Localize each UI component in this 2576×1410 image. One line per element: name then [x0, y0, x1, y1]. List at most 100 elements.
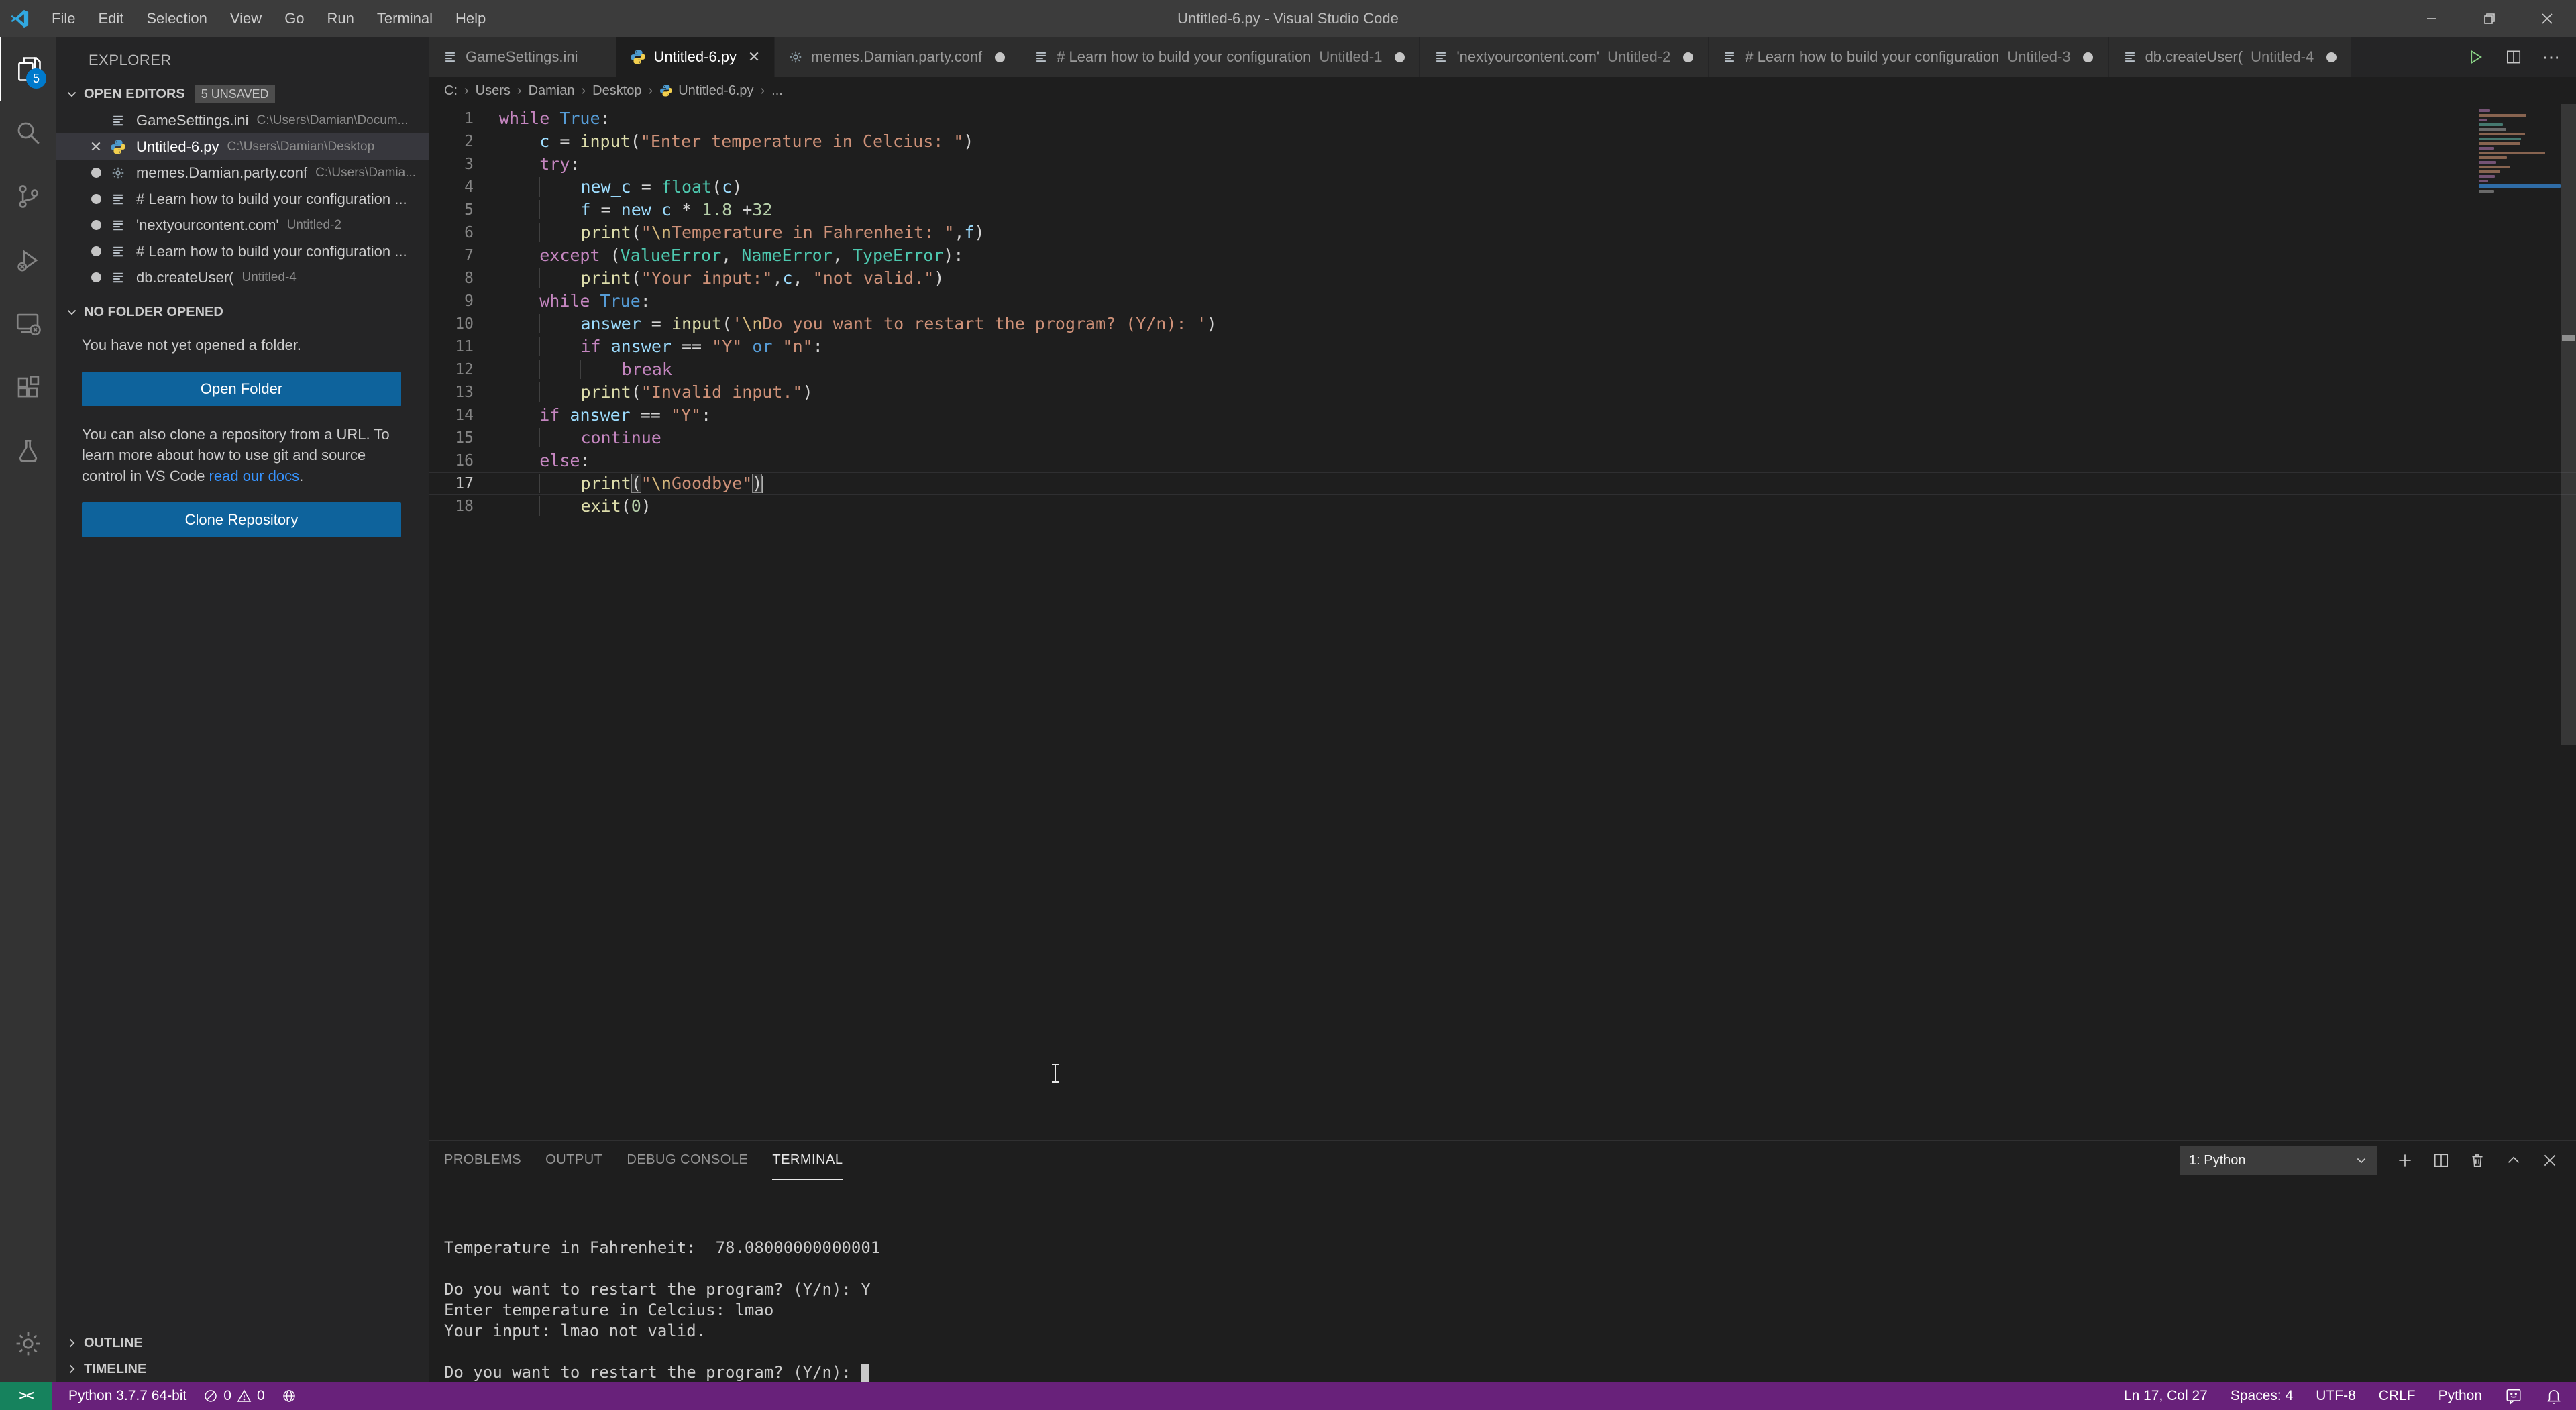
activity-source-control-button[interactable] [0, 164, 56, 228]
editor-tab[interactable]: # Learn how to build your configurationU… [1020, 37, 1419, 77]
menu-terminal[interactable]: Terminal [366, 0, 444, 37]
panel-tab-problems[interactable]: PROBLEMS [444, 1141, 521, 1180]
editor-tab[interactable]: memes.Damian.party.conf [775, 37, 1020, 77]
close-icon[interactable]: ✕ [84, 138, 108, 156]
breadcrumb-file[interactable]: Untitled-6.py [678, 83, 753, 99]
panel-tab-terminal[interactable]: TERMINAL [772, 1141, 843, 1180]
menu-selection[interactable]: Selection [135, 0, 219, 37]
breadcrumb[interactable]: C:›Users›Damian›Desktop›Untitled-6.py›..… [429, 77, 2576, 104]
menu-view[interactable]: View [219, 0, 273, 37]
indentation-status[interactable]: Spaces: 4 [2231, 1388, 2293, 1404]
panel-tab-debug-console[interactable]: DEBUG CONSOLE [627, 1141, 748, 1180]
open-editor-item[interactable]: db.createUser(Untitled-4 [56, 264, 429, 290]
live-share-status[interactable] [281, 1388, 297, 1404]
editor-scrollbar[interactable] [2561, 104, 2576, 1140]
editor-tab[interactable]: db.createUser(Untitled-4 [2109, 37, 2352, 77]
indent-guide [539, 428, 580, 447]
modified-dot-icon [91, 220, 101, 230]
restore-button[interactable] [2461, 0, 2518, 37]
modified-dot[interactable] [84, 246, 108, 256]
open-editors-header[interactable]: OPEN EDITORS 5 UNSAVED [56, 80, 429, 107]
modified-dot[interactable] [84, 194, 108, 204]
maximize-panel-button[interactable] [2505, 1152, 2522, 1169]
kill-terminal-button[interactable] [2469, 1152, 2486, 1169]
open-editor-item[interactable]: ✕Untitled-6.pyC:\Users\Damian\Desktop [56, 133, 429, 160]
file-file-icon [108, 191, 128, 207]
close-window-button[interactable] [2518, 0, 2576, 37]
menu-edit[interactable]: Edit [87, 0, 135, 37]
cursor-position-status[interactable]: Ln 17, Col 27 [2124, 1388, 2208, 1404]
problems-status[interactable]: 0 0 [203, 1388, 264, 1404]
open-editor-item[interactable]: # Learn how to build your configuration … [56, 238, 429, 264]
editor-tab[interactable]: Untitled-6.py✕ [616, 37, 775, 77]
editor-tab[interactable]: 'nextyourcontent.com'Untitled-2 [1420, 37, 1708, 77]
activity-extensions-button[interactable] [0, 356, 56, 419]
language-mode-status[interactable]: Python [2438, 1388, 2482, 1404]
editor-tab[interactable]: GameSettings.ini [429, 37, 616, 77]
new-terminal-button[interactable] [2396, 1152, 2414, 1169]
python-interpreter-status[interactable]: Python 3.7.7 64-bit [68, 1388, 186, 1404]
split-terminal-button[interactable] [2432, 1152, 2450, 1169]
line-number: 18 [429, 495, 474, 518]
activity-search-button[interactable] [0, 101, 56, 164]
menu-help[interactable]: Help [444, 0, 497, 37]
code-line-text: while True: [474, 290, 651, 313]
encoding-status[interactable]: UTF-8 [2316, 1388, 2356, 1404]
open-editor-item[interactable]: memes.Damian.party.confC:\Users\Damia... [56, 160, 429, 186]
breadcrumb-separator: › [649, 83, 653, 99]
menu-run[interactable]: Run [316, 0, 366, 37]
activity-testing-button[interactable] [0, 419, 56, 483]
run-python-file-button[interactable] [2466, 48, 2485, 66]
open-folder-button[interactable]: Open Folder [82, 372, 401, 406]
breadcrumb-segment[interactable]: C: [444, 83, 458, 99]
modified-dot[interactable] [84, 168, 108, 178]
open-editor-item[interactable]: 'nextyourcontent.com'Untitled-2 [56, 212, 429, 238]
breadcrumb-segment[interactable]: Damian [529, 83, 575, 99]
terminal-shell-select[interactable]: 1: Python [2180, 1146, 2377, 1175]
more-actions-button[interactable]: ⋯ [2542, 52, 2560, 62]
timeline-section-header[interactable]: TIMELINE [56, 1356, 429, 1382]
editor-tab[interactable]: # Learn how to build your configurationU… [1709, 37, 2108, 77]
modified-dot[interactable] [993, 52, 1006, 62]
modified-dot[interactable] [84, 272, 108, 282]
code-lines: 1while True:2 c = input("Enter temperatu… [429, 104, 2576, 518]
code-editor[interactable]: 1while True:2 c = input("Enter temperatu… [429, 104, 2576, 1140]
split-editor-button[interactable] [2505, 48, 2522, 66]
minimize-button[interactable] [2403, 0, 2461, 37]
modified-dot[interactable] [2082, 52, 2095, 62]
eol-status[interactable]: CRLF [2379, 1388, 2416, 1404]
notifications-button[interactable] [2545, 1387, 2563, 1405]
activity-remote-explorer-button[interactable] [0, 292, 56, 356]
line-number: 3 [429, 153, 474, 176]
file-name: # Learn how to build your configuration … [136, 243, 407, 260]
breadcrumb-tail[interactable]: ... [771, 83, 783, 99]
no-folder-header[interactable]: NO FOLDER OPENED [56, 299, 429, 325]
scrollbar-thumb[interactable] [2561, 104, 2576, 745]
open-editor-item[interactable]: # Learn how to build your configuration … [56, 186, 429, 212]
breadcrumb-segment[interactable]: Desktop [592, 83, 641, 99]
panel-tab-output[interactable]: OUTPUT [545, 1141, 602, 1180]
terminal-output[interactable]: Temperature in Fahrenheit: 78.0800000000… [429, 1180, 2576, 1383]
modified-dot[interactable] [1681, 52, 1695, 62]
open-editor-item[interactable]: GameSettings.iniC:\Users\Damian\Docum... [56, 107, 429, 133]
outline-section-header[interactable]: OUTLINE [56, 1330, 429, 1356]
line-number: 17 [429, 472, 474, 495]
close-tab-icon[interactable]: ✕ [747, 48, 761, 66]
modified-dot[interactable] [2324, 52, 2338, 62]
feedback-button[interactable] [2505, 1387, 2522, 1405]
minimap[interactable] [2479, 109, 2561, 195]
clone-repository-button[interactable]: Clone Repository [82, 502, 401, 537]
menu-file[interactable]: File [40, 0, 87, 37]
breadcrumb-segment[interactable]: Users [476, 83, 511, 99]
close-panel-button[interactable] [2541, 1152, 2559, 1169]
activity-run-debug-button[interactable] [0, 228, 56, 292]
menu-go[interactable]: Go [273, 0, 315, 37]
modified-dot[interactable] [1393, 52, 1406, 62]
remote-indicator[interactable]: >< [0, 1382, 52, 1410]
activity-explorer-button[interactable]: 5 [0, 37, 56, 101]
read-our-docs-link[interactable]: read our docs [209, 468, 300, 484]
manage-gear-button[interactable] [0, 1311, 56, 1375]
modified-dot[interactable] [84, 220, 108, 230]
indent-guide [539, 268, 580, 288]
terminal-line: Do you want to restart the program? (Y/n… [444, 1279, 2576, 1300]
